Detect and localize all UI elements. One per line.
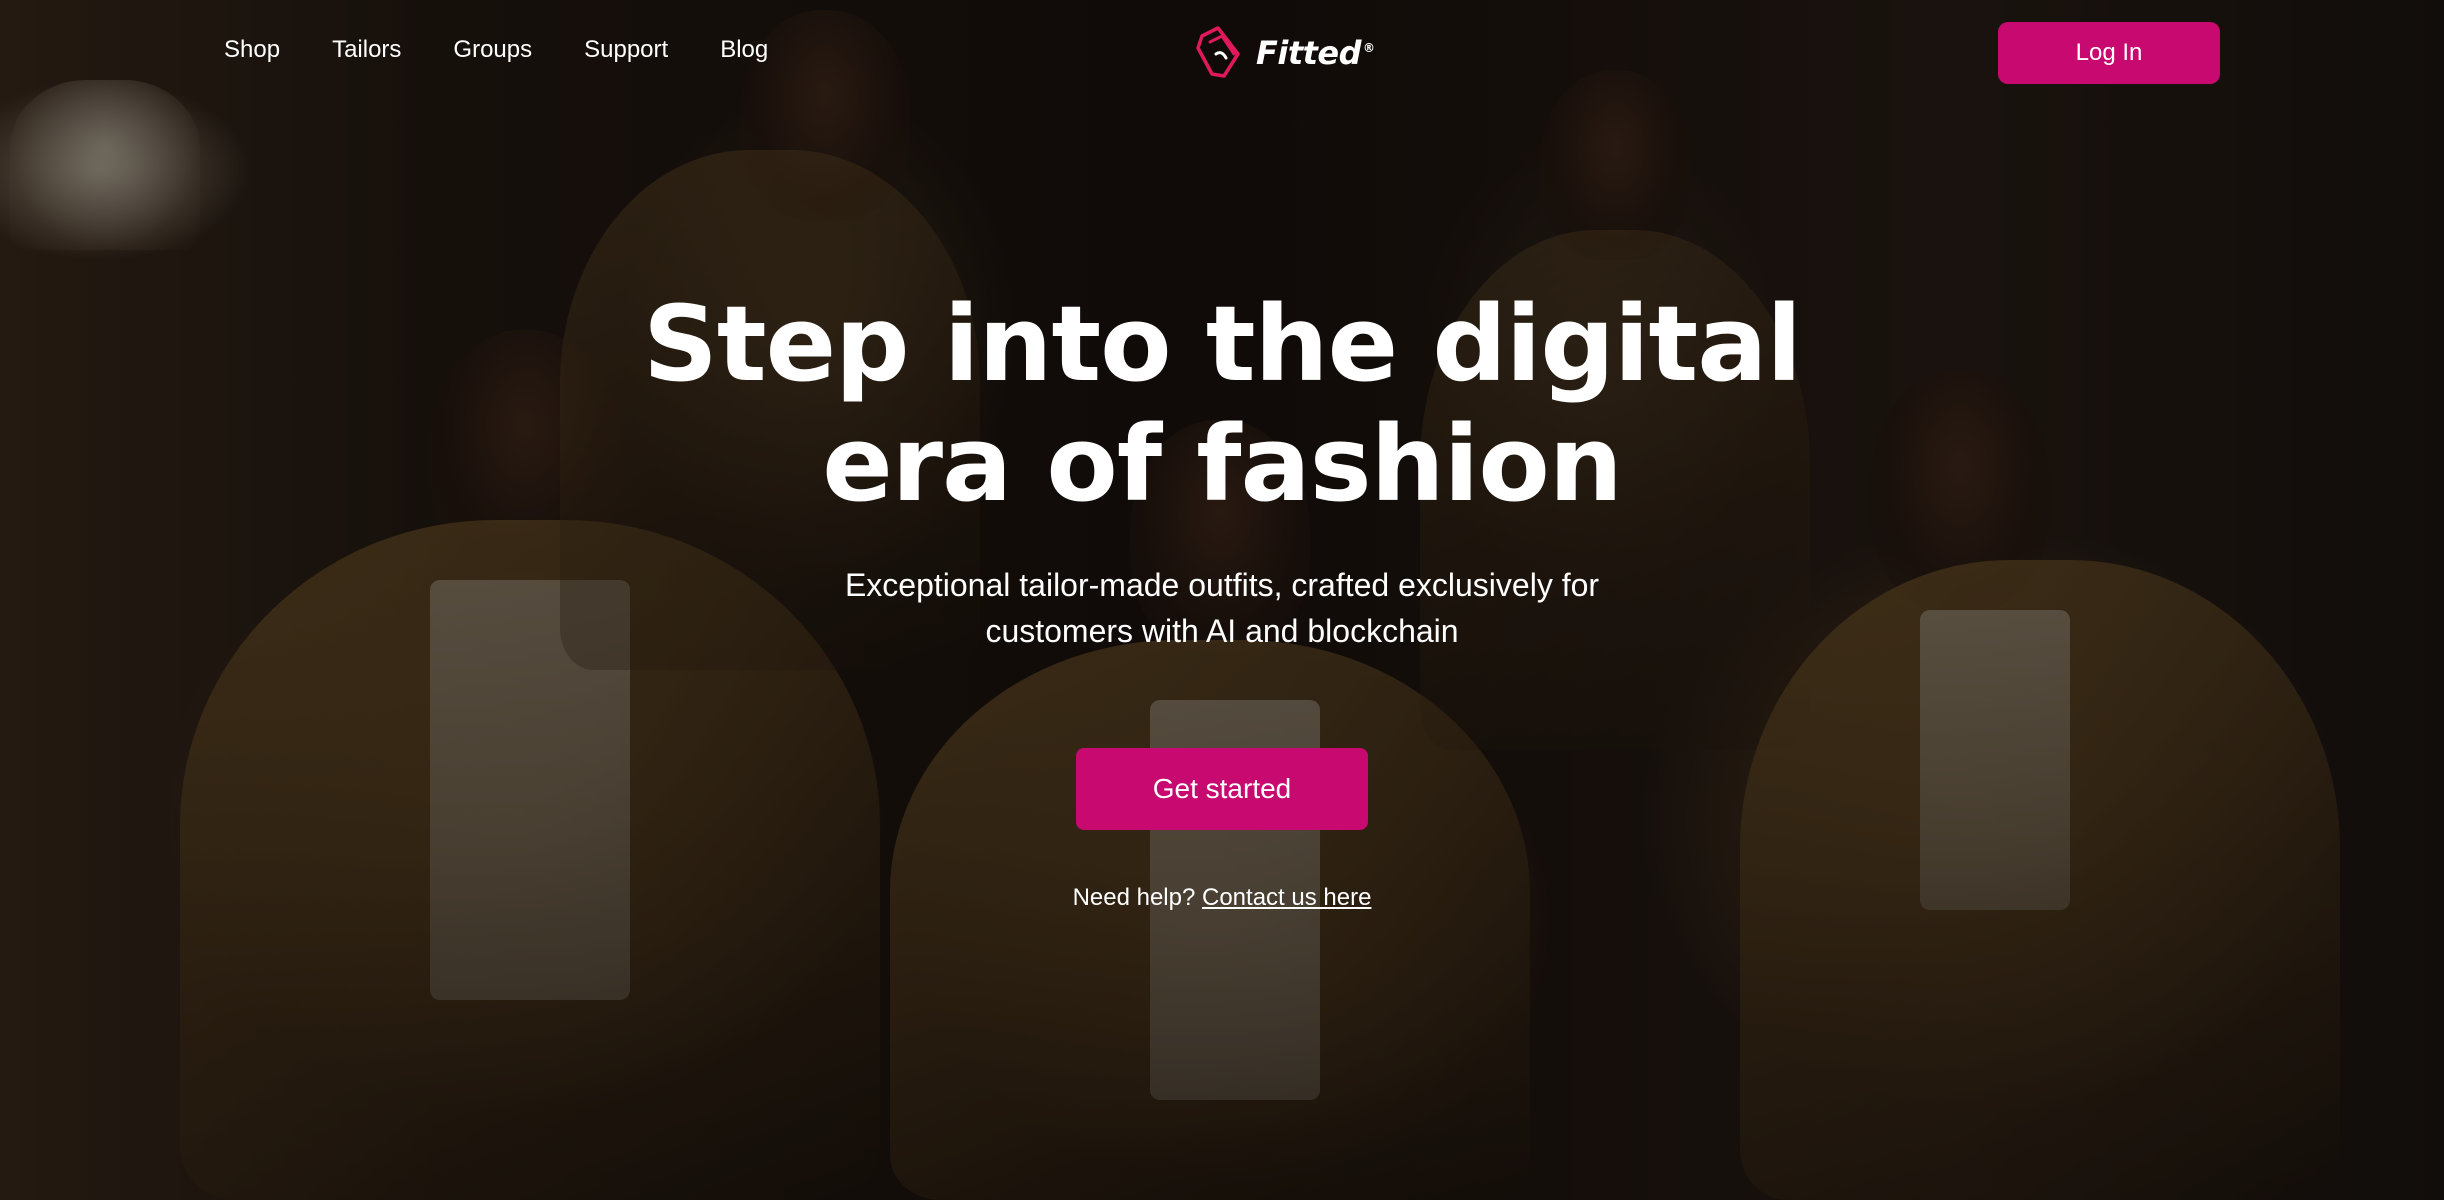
brand-registered-mark: ® (1363, 41, 1375, 56)
brand-name: Fitted ® (1256, 34, 1375, 72)
nav-link-support[interactable]: Support (584, 36, 668, 64)
contact-us-link[interactable]: Contact us here (1202, 884, 1371, 911)
brand-name-text: Fitted (1256, 34, 1362, 72)
hero-title-line-2: era of fashion (822, 403, 1623, 525)
fitted-logo-icon (1196, 26, 1240, 78)
brand-logo[interactable]: Fitted ® (1194, 24, 1375, 82)
hero-subtitle: Exceptional tailor-made outfits, crafted… (844, 567, 1600, 649)
help-prefix: Need help? (1072, 884, 1196, 911)
nav-link-blog[interactable]: Blog (720, 36, 768, 64)
help-line: Need help? Contact us here (0, 884, 2444, 912)
nav-link-groups[interactable]: Groups (453, 36, 532, 64)
nav-link-shop[interactable]: Shop (224, 36, 280, 64)
hero-title-line-1: Step into the digital (642, 283, 1802, 405)
nav-link-tailors[interactable]: Tailors (332, 36, 401, 64)
hero-title: Step into the digital era of fashion (642, 284, 1802, 524)
top-navigation: Shop Tailors Groups Support Blog Fitted ®… (0, 0, 2444, 106)
login-button[interactable]: Log In (1998, 22, 2220, 84)
hero-section: Step into the digital era of fashion Exc… (0, 284, 2444, 912)
nav-links: Shop Tailors Groups Support Blog (224, 36, 768, 64)
get-started-button[interactable]: Get started (1076, 748, 1368, 830)
